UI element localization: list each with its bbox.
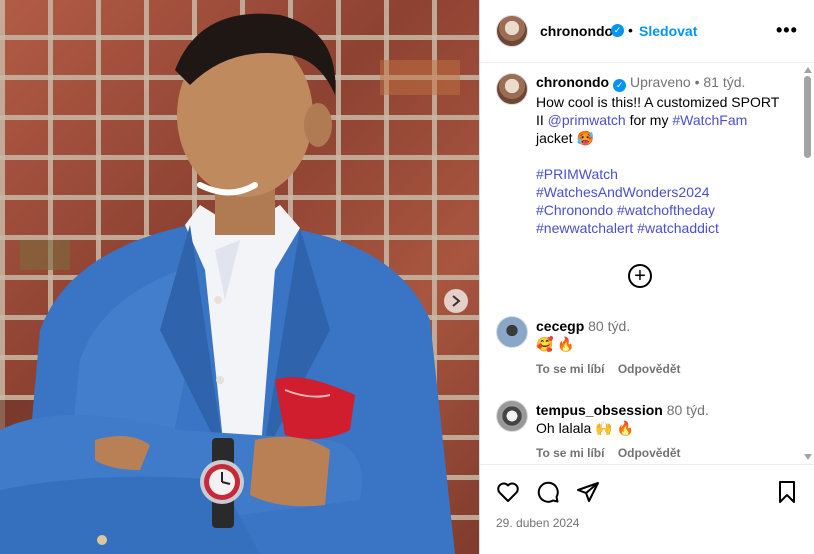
comments-scroll-area[interactable]: chronondo ✓ Upraveno • 81 týd. How cool i… bbox=[480, 64, 814, 464]
comment-age[interactable]: 80 týd. bbox=[588, 318, 630, 334]
scrollbar-thumb[interactable] bbox=[804, 76, 811, 158]
comment-item: cecegp 80 týd. 🥰 🔥 To se mi líbí Odpověd… bbox=[480, 316, 800, 376]
reply-button[interactable]: Odpovědět bbox=[618, 362, 681, 376]
hashtag-link[interactable]: #watchoftheday bbox=[617, 202, 715, 218]
caption-username[interactable]: chronondo bbox=[536, 74, 609, 90]
comment-text: Oh lalala 🙌 🔥 bbox=[536, 420, 634, 436]
hashtag-link[interactable]: #PRIMWatch bbox=[536, 166, 618, 182]
caption-header: chronondo ✓ Upraveno • 81 týd. bbox=[536, 74, 745, 92]
person-photo bbox=[0, 13, 460, 554]
caption-text-mid: for my bbox=[625, 112, 673, 128]
avatar[interactable] bbox=[496, 316, 528, 348]
avatar[interactable] bbox=[496, 400, 528, 432]
verified-badge-icon: ✓ bbox=[613, 79, 627, 92]
mention-link[interactable]: @primwatch bbox=[548, 112, 626, 128]
post-actions: 29. duben 2024 bbox=[480, 464, 814, 554]
post-side-panel: chronondo ✓ • Sledovat ••• chronondo ✓ Up… bbox=[480, 0, 814, 554]
separator-dot: • bbox=[694, 74, 700, 90]
comment-age[interactable]: 80 týd. bbox=[667, 402, 709, 418]
hashtag-link[interactable]: #watchaddict bbox=[637, 220, 719, 236]
post-header: chronondo ✓ • Sledovat ••• bbox=[480, 0, 814, 63]
next-image-button[interactable] bbox=[444, 289, 468, 313]
heart-icon[interactable] bbox=[496, 480, 520, 504]
comment-actions: To se mi líbí Odpovědět bbox=[536, 362, 690, 376]
hashtag-link[interactable]: #WatchFam bbox=[672, 112, 747, 128]
comment-username[interactable]: tempus_obsession bbox=[536, 402, 663, 418]
caption-text: How cool is this!! A customized SPORT II… bbox=[536, 93, 781, 147]
more-options-icon[interactable]: ••• bbox=[776, 20, 798, 41]
comment-header: cecegp 80 týd. bbox=[536, 318, 630, 334]
avatar[interactable] bbox=[496, 15, 528, 47]
reply-button[interactable]: Odpovědět bbox=[618, 446, 681, 460]
author-username[interactable]: chronondo bbox=[540, 23, 613, 39]
caption-age[interactable]: 81 týd. bbox=[703, 74, 745, 90]
hashtag-link[interactable]: #newwatchalert bbox=[536, 220, 633, 236]
share-icon[interactable] bbox=[576, 480, 600, 504]
comment-header: tempus_obsession 80 týd. bbox=[536, 402, 709, 418]
comment-item: tempus_obsession 80 týd. Oh lalala 🙌 🔥 T… bbox=[480, 400, 800, 460]
comment-text: 🥰 🔥 bbox=[536, 336, 575, 352]
plus-circle-icon[interactable]: + bbox=[628, 264, 652, 288]
post-date: 29. duben 2024 bbox=[496, 516, 580, 530]
comment-username[interactable]: cecegp bbox=[536, 318, 584, 334]
like-comment-button[interactable]: To se mi líbí bbox=[536, 362, 604, 376]
scroll-down-arrow[interactable] bbox=[804, 454, 812, 460]
post-image[interactable] bbox=[0, 0, 479, 554]
hashtag-link[interactable]: #WatchesAndWonders2024 bbox=[536, 184, 710, 200]
separator-dot: • bbox=[628, 22, 633, 38]
hashtag-list: #PRIMWatch #WatchesAndWonders2024 #Chron… bbox=[536, 165, 781, 237]
comment-icon[interactable] bbox=[536, 480, 560, 504]
scroll-up-arrow[interactable] bbox=[804, 67, 812, 73]
edited-label: Upraveno bbox=[630, 74, 691, 90]
follow-button[interactable]: Sledovat bbox=[639, 23, 697, 39]
caption-text-after: jacket 🥵 bbox=[536, 130, 594, 146]
hashtag-link[interactable]: #Chronondo bbox=[536, 202, 613, 218]
scrollbar[interactable] bbox=[802, 64, 814, 464]
avatar[interactable] bbox=[496, 73, 528, 105]
like-comment-button[interactable]: To se mi líbí bbox=[536, 446, 604, 460]
comment-actions: To se mi líbí Odpovědět bbox=[536, 446, 690, 460]
verified-badge-icon: ✓ bbox=[611, 24, 624, 37]
bookmark-icon[interactable] bbox=[775, 480, 799, 504]
chevron-right-icon bbox=[452, 295, 461, 307]
